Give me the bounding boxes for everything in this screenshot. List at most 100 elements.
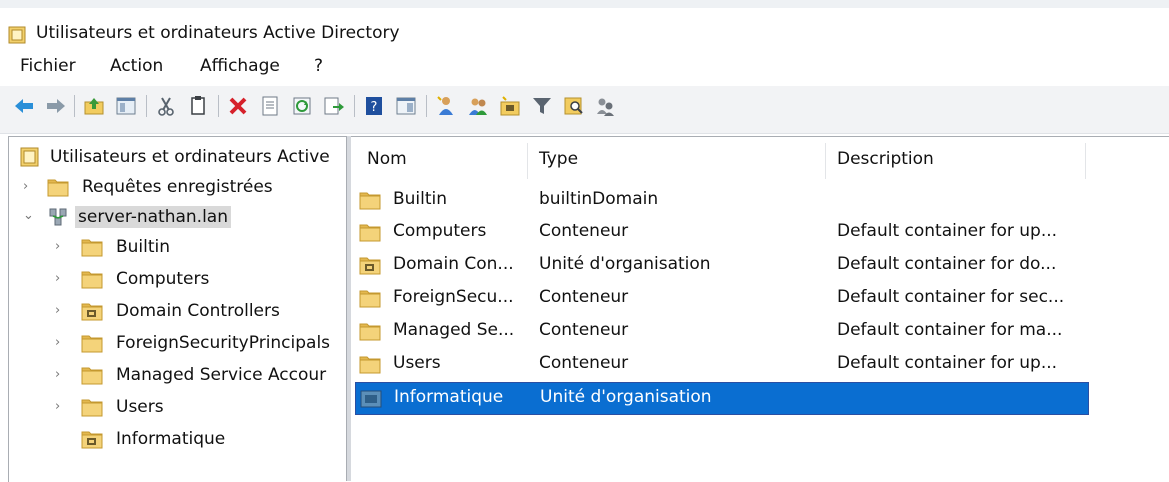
active-directory-root-icon	[20, 147, 39, 167]
cell-name: Computers	[393, 221, 487, 241]
list-row-managed-service-accounts[interactable]: Managed Se... Conteneur Default containe…	[355, 316, 1087, 347]
find-icon[interactable]	[562, 94, 586, 118]
folder-icon	[81, 237, 103, 257]
window-title: Utilisateurs et ordinateurs Active Direc…	[36, 23, 400, 43]
cell-type: Conteneur	[539, 320, 629, 340]
cell-type: Conteneur	[539, 287, 629, 307]
column-header-description[interactable]: Description	[837, 149, 934, 169]
new-group-icon[interactable]	[466, 94, 490, 118]
folder-icon	[81, 269, 103, 289]
toolbar-separator	[146, 95, 147, 117]
cell-description: Default container for sec...	[837, 287, 1065, 307]
column-header-type[interactable]: Type	[539, 149, 578, 169]
toolbar-separator	[354, 95, 355, 117]
details-list[interactable]: Nom Type Description Builtin builtinDoma…	[351, 136, 1169, 482]
organizational-unit-icon	[360, 390, 382, 408]
tree-item-label: Requêtes enregistrées	[82, 177, 273, 197]
list-row-computers[interactable]: Computers Conteneur Default container fo…	[355, 217, 1087, 248]
export-list-icon[interactable]	[322, 94, 346, 118]
cell-type: Unité d'organisation	[539, 254, 711, 274]
tree-item-label: Domain Controllers	[116, 301, 280, 321]
chevron-right-icon[interactable]: ›	[55, 335, 69, 353]
menu-action[interactable]: Action	[106, 54, 167, 78]
chevron-right-icon[interactable]: ›	[55, 239, 69, 257]
show-console-tree-icon[interactable]	[114, 94, 138, 118]
tree-item-label: Builtin	[116, 237, 171, 257]
folder-icon	[81, 397, 103, 417]
toolbar-bottom-edge	[0, 126, 1169, 134]
menu-fichier[interactable]: Fichier	[16, 54, 80, 78]
back-arrow-icon[interactable]	[12, 94, 36, 118]
toolbar-separator	[74, 95, 75, 117]
tree-item-label: ForeignSecurityPrincipals	[116, 333, 331, 353]
window-top-edge	[0, 0, 1169, 8]
refresh-icon[interactable]	[290, 94, 314, 118]
cell-description: Default container for up...	[837, 221, 1058, 241]
copy-icon[interactable]	[186, 94, 210, 118]
console-icon[interactable]	[394, 94, 418, 118]
cell-description: Default container for ma...	[837, 320, 1063, 340]
chevron-right-icon[interactable]: ›	[23, 179, 37, 197]
folder-icon	[47, 177, 69, 197]
chevron-down-icon[interactable]: ⌄	[23, 208, 37, 226]
list-row-informatique[interactable]: Informatique Unité d'organisation	[355, 382, 1089, 415]
properties-icon[interactable]	[258, 94, 282, 118]
delegate-icon[interactable]	[594, 94, 618, 118]
folder-icon	[359, 222, 381, 242]
cell-type: Conteneur	[539, 221, 629, 241]
menu-affichage[interactable]: Affichage	[196, 54, 284, 78]
domain-icon	[49, 208, 67, 226]
chevron-right-icon[interactable]: ›	[55, 303, 69, 321]
organizational-unit-icon	[359, 255, 381, 275]
folder-icon	[81, 333, 103, 353]
menu-help[interactable]: ?	[310, 54, 327, 78]
new-ou-icon[interactable]	[498, 94, 522, 118]
chevron-right-icon[interactable]: ›	[55, 399, 69, 417]
forward-arrow-icon[interactable]	[44, 94, 68, 118]
folder-icon	[359, 321, 381, 341]
folder-icon	[359, 354, 381, 374]
folder-icon	[359, 190, 381, 210]
cell-type: builtinDomain	[539, 189, 659, 209]
up-folder-icon[interactable]	[82, 94, 106, 118]
delete-icon[interactable]	[226, 94, 250, 118]
help-icon[interactable]: ?	[362, 94, 386, 118]
menu-bar: Fichier Action Affichage ?	[0, 48, 1169, 84]
active-directory-app-icon	[8, 26, 26, 44]
folder-icon	[359, 288, 381, 308]
new-user-icon[interactable]	[434, 94, 458, 118]
cut-icon[interactable]	[154, 94, 178, 118]
chevron-right-icon[interactable]: ›	[55, 367, 69, 385]
folder-icon	[81, 365, 103, 385]
column-separator[interactable]	[825, 143, 826, 179]
cell-description: Default container for up...	[837, 353, 1058, 373]
tree-item-label: Managed Service Accour	[116, 365, 327, 385]
column-separator[interactable]	[1085, 143, 1086, 179]
tree-item-label: Users	[116, 397, 164, 417]
cell-name: Domain Con...	[393, 254, 514, 274]
tree-item-label: Informatique	[116, 429, 226, 449]
title-bar: Utilisateurs et ordinateurs Active Direc…	[0, 8, 1169, 48]
toolbar: ?	[0, 86, 1169, 126]
column-separator[interactable]	[527, 143, 528, 179]
chevron-right-icon[interactable]: ›	[55, 271, 69, 289]
svg-text:?: ?	[371, 100, 378, 115]
organizational-unit-icon	[81, 429, 103, 449]
console-tree[interactable]: Utilisateurs et ordinateurs Active › Req…	[8, 136, 347, 482]
tree-item-label: server-nathan.lan	[75, 206, 232, 228]
cell-name: ForeignSecu...	[393, 287, 514, 307]
list-row-foreign-security-principals[interactable]: ForeignSecu... Conteneur Default contain…	[355, 283, 1087, 314]
tree-item-label: Computers	[116, 269, 210, 289]
list-row-users[interactable]: Users Conteneur Default container for up…	[355, 349, 1087, 380]
tree-root-label: Utilisateurs et ordinateurs Active	[50, 147, 330, 167]
cell-name: Builtin	[393, 189, 448, 209]
filter-icon[interactable]	[530, 94, 554, 118]
list-row-domain-controllers[interactable]: Domain Con... Unité d'organisation Defau…	[355, 250, 1087, 281]
cell-type: Conteneur	[539, 353, 629, 373]
toolbar-separator	[218, 95, 219, 117]
list-row-builtin[interactable]: Builtin builtinDomain	[355, 185, 1087, 216]
cell-type: Unité d'organisation	[540, 387, 712, 407]
column-header-name[interactable]: Nom	[367, 149, 407, 169]
cell-name: Informatique	[394, 387, 504, 407]
cell-name: Managed Se...	[393, 320, 515, 340]
